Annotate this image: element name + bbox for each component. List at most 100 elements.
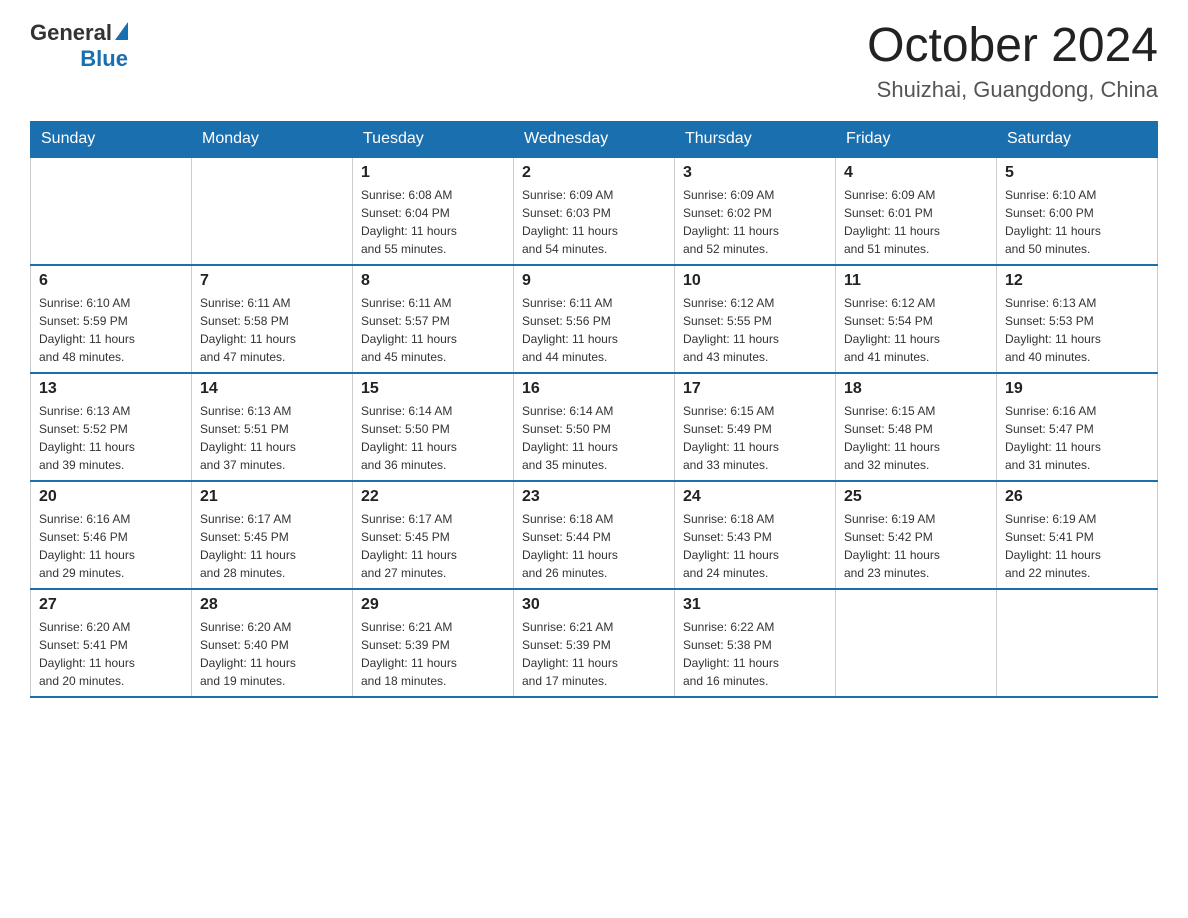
day-info: Sunrise: 6:17 AM Sunset: 5:45 PM Dayligh… bbox=[361, 510, 505, 582]
calendar-cell: 28 Sunrise: 6:20 AM Sunset: 5:40 PM Dayli… bbox=[192, 589, 353, 697]
day-info: Sunrise: 6:12 AM Sunset: 5:54 PM Dayligh… bbox=[844, 294, 988, 366]
location: Shuizhai, Guangdong, China bbox=[867, 77, 1158, 103]
day-number: 12 bbox=[1005, 272, 1149, 290]
day-info: Sunrise: 6:13 AM Sunset: 5:51 PM Dayligh… bbox=[200, 402, 344, 474]
day-number: 20 bbox=[39, 488, 183, 506]
calendar-cell bbox=[836, 589, 997, 697]
calendar-header: SundayMondayTuesdayWednesdayThursdayFrid… bbox=[31, 121, 1158, 157]
day-info: Sunrise: 6:15 AM Sunset: 5:48 PM Dayligh… bbox=[844, 402, 988, 474]
weekday-header-thursday: Thursday bbox=[675, 121, 836, 157]
calendar-table: SundayMondayTuesdayWednesdayThursdayFrid… bbox=[30, 121, 1158, 698]
weekday-header-friday: Friday bbox=[836, 121, 997, 157]
day-info: Sunrise: 6:09 AM Sunset: 6:01 PM Dayligh… bbox=[844, 186, 988, 258]
calendar-cell: 6 Sunrise: 6:10 AM Sunset: 5:59 PM Daylig… bbox=[31, 265, 192, 373]
day-number: 16 bbox=[522, 380, 666, 398]
day-info: Sunrise: 6:19 AM Sunset: 5:41 PM Dayligh… bbox=[1005, 510, 1149, 582]
weekday-header-sunday: Sunday bbox=[31, 121, 192, 157]
day-info: Sunrise: 6:14 AM Sunset: 5:50 PM Dayligh… bbox=[361, 402, 505, 474]
logo-triangle-icon bbox=[115, 22, 128, 40]
calendar-week-row: 1Sunrise: 6:08 AM Sunset: 6:04 PM Daylig… bbox=[31, 157, 1158, 265]
day-number: 30 bbox=[522, 596, 666, 614]
calendar-cell: 23Sunrise: 6:18 AM Sunset: 5:44 PM Dayli… bbox=[514, 481, 675, 589]
day-number: 23 bbox=[522, 488, 666, 506]
day-number: 26 bbox=[1005, 488, 1149, 506]
calendar-week-row: 20Sunrise: 6:16 AM Sunset: 5:46 PM Dayli… bbox=[31, 481, 1158, 589]
day-number: 24 bbox=[683, 488, 827, 506]
page-header: General Blue October 2024 Shuizhai, Guan… bbox=[30, 20, 1158, 103]
day-number: 21 bbox=[200, 488, 344, 506]
calendar-cell: 21 Sunrise: 6:17 AM Sunset: 5:45 PM Dayli… bbox=[192, 481, 353, 589]
calendar-cell: 10 Sunrise: 6:12 AM Sunset: 5:55 PM Dayli… bbox=[675, 265, 836, 373]
weekday-header-wednesday: Wednesday bbox=[514, 121, 675, 157]
day-number: 28 bbox=[200, 596, 344, 614]
calendar-cell: 24 Sunrise: 6:18 AM Sunset: 5:43 PM Dayli… bbox=[675, 481, 836, 589]
day-info: Sunrise: 6:10 AM Sunset: 6:00 PM Dayligh… bbox=[1005, 186, 1149, 258]
day-info: Sunrise: 6:09 AM Sunset: 6:02 PM Dayligh… bbox=[683, 186, 827, 258]
calendar-cell: 16 Sunrise: 6:14 AM Sunset: 5:50 PM Dayli… bbox=[514, 373, 675, 481]
day-number: 4 bbox=[844, 164, 988, 182]
calendar-cell: 12Sunrise: 6:13 AM Sunset: 5:53 PM Dayli… bbox=[997, 265, 1158, 373]
calendar-cell: 18 Sunrise: 6:15 AM Sunset: 5:48 PM Dayli… bbox=[836, 373, 997, 481]
logo-icon: General Blue bbox=[30, 20, 128, 72]
calendar-cell: 13Sunrise: 6:13 AM Sunset: 5:52 PM Dayli… bbox=[31, 373, 192, 481]
day-number: 27 bbox=[39, 596, 183, 614]
calendar-week-row: 27Sunrise: 6:20 AM Sunset: 5:41 PM Dayli… bbox=[31, 589, 1158, 697]
day-number: 29 bbox=[361, 596, 505, 614]
calendar-cell bbox=[997, 589, 1158, 697]
logo: General Blue bbox=[30, 20, 128, 72]
day-info: Sunrise: 6:21 AM Sunset: 5:39 PM Dayligh… bbox=[361, 618, 505, 690]
calendar-cell: 15 Sunrise: 6:14 AM Sunset: 5:50 PM Dayli… bbox=[353, 373, 514, 481]
day-info: Sunrise: 6:12 AM Sunset: 5:55 PM Dayligh… bbox=[683, 294, 827, 366]
day-number: 10 bbox=[683, 272, 827, 290]
title-section: October 2024 Shuizhai, Guangdong, China bbox=[867, 20, 1158, 103]
day-number: 7 bbox=[200, 272, 344, 290]
calendar-cell: 8 Sunrise: 6:11 AM Sunset: 5:57 PM Daylig… bbox=[353, 265, 514, 373]
weekday-header-row: SundayMondayTuesdayWednesdayThursdayFrid… bbox=[31, 121, 1158, 157]
calendar-cell: 17 Sunrise: 6:15 AM Sunset: 5:49 PM Dayli… bbox=[675, 373, 836, 481]
calendar-cell: 20Sunrise: 6:16 AM Sunset: 5:46 PM Dayli… bbox=[31, 481, 192, 589]
day-number: 3 bbox=[683, 164, 827, 182]
calendar-cell: 19 Sunrise: 6:16 AM Sunset: 5:47 PM Dayli… bbox=[997, 373, 1158, 481]
day-info: Sunrise: 6:08 AM Sunset: 6:04 PM Dayligh… bbox=[361, 186, 505, 258]
day-info: Sunrise: 6:16 AM Sunset: 5:47 PM Dayligh… bbox=[1005, 402, 1149, 474]
day-number: 2 bbox=[522, 164, 666, 182]
day-info: Sunrise: 6:15 AM Sunset: 5:49 PM Dayligh… bbox=[683, 402, 827, 474]
calendar-cell: 2 Sunrise: 6:09 AM Sunset: 6:03 PM Daylig… bbox=[514, 157, 675, 265]
day-number: 18 bbox=[844, 380, 988, 398]
logo-blue-text: Blue bbox=[80, 46, 128, 71]
day-info: Sunrise: 6:17 AM Sunset: 5:45 PM Dayligh… bbox=[200, 510, 344, 582]
calendar-cell bbox=[192, 157, 353, 265]
calendar-cell: 3 Sunrise: 6:09 AM Sunset: 6:02 PM Daylig… bbox=[675, 157, 836, 265]
day-info: Sunrise: 6:11 AM Sunset: 5:57 PM Dayligh… bbox=[361, 294, 505, 366]
day-number: 17 bbox=[683, 380, 827, 398]
day-number: 25 bbox=[844, 488, 988, 506]
calendar-cell: 9 Sunrise: 6:11 AM Sunset: 5:56 PM Daylig… bbox=[514, 265, 675, 373]
day-info: Sunrise: 6:11 AM Sunset: 5:56 PM Dayligh… bbox=[522, 294, 666, 366]
day-info: Sunrise: 6:14 AM Sunset: 5:50 PM Dayligh… bbox=[522, 402, 666, 474]
day-number: 31 bbox=[683, 596, 827, 614]
day-number: 9 bbox=[522, 272, 666, 290]
calendar-cell: 30Sunrise: 6:21 AM Sunset: 5:39 PM Dayli… bbox=[514, 589, 675, 697]
day-number: 14 bbox=[200, 380, 344, 398]
day-number: 19 bbox=[1005, 380, 1149, 398]
day-info: Sunrise: 6:11 AM Sunset: 5:58 PM Dayligh… bbox=[200, 294, 344, 366]
weekday-header-tuesday: Tuesday bbox=[353, 121, 514, 157]
day-number: 22 bbox=[361, 488, 505, 506]
day-info: Sunrise: 6:22 AM Sunset: 5:38 PM Dayligh… bbox=[683, 618, 827, 690]
day-info: Sunrise: 6:20 AM Sunset: 5:40 PM Dayligh… bbox=[200, 618, 344, 690]
calendar-cell bbox=[31, 157, 192, 265]
day-number: 8 bbox=[361, 272, 505, 290]
day-number: 11 bbox=[844, 272, 988, 290]
calendar-cell: 27Sunrise: 6:20 AM Sunset: 5:41 PM Dayli… bbox=[31, 589, 192, 697]
day-info: Sunrise: 6:10 AM Sunset: 5:59 PM Dayligh… bbox=[39, 294, 183, 366]
calendar-cell: 25 Sunrise: 6:19 AM Sunset: 5:42 PM Dayli… bbox=[836, 481, 997, 589]
calendar-cell: 14 Sunrise: 6:13 AM Sunset: 5:51 PM Dayli… bbox=[192, 373, 353, 481]
calendar-cell: 22 Sunrise: 6:17 AM Sunset: 5:45 PM Dayli… bbox=[353, 481, 514, 589]
day-info: Sunrise: 6:19 AM Sunset: 5:42 PM Dayligh… bbox=[844, 510, 988, 582]
day-info: Sunrise: 6:13 AM Sunset: 5:52 PM Dayligh… bbox=[39, 402, 183, 474]
logo-general-text: General bbox=[30, 20, 112, 46]
day-number: 6 bbox=[39, 272, 183, 290]
day-info: Sunrise: 6:18 AM Sunset: 5:43 PM Dayligh… bbox=[683, 510, 827, 582]
day-info: Sunrise: 6:09 AM Sunset: 6:03 PM Dayligh… bbox=[522, 186, 666, 258]
day-number: 15 bbox=[361, 380, 505, 398]
